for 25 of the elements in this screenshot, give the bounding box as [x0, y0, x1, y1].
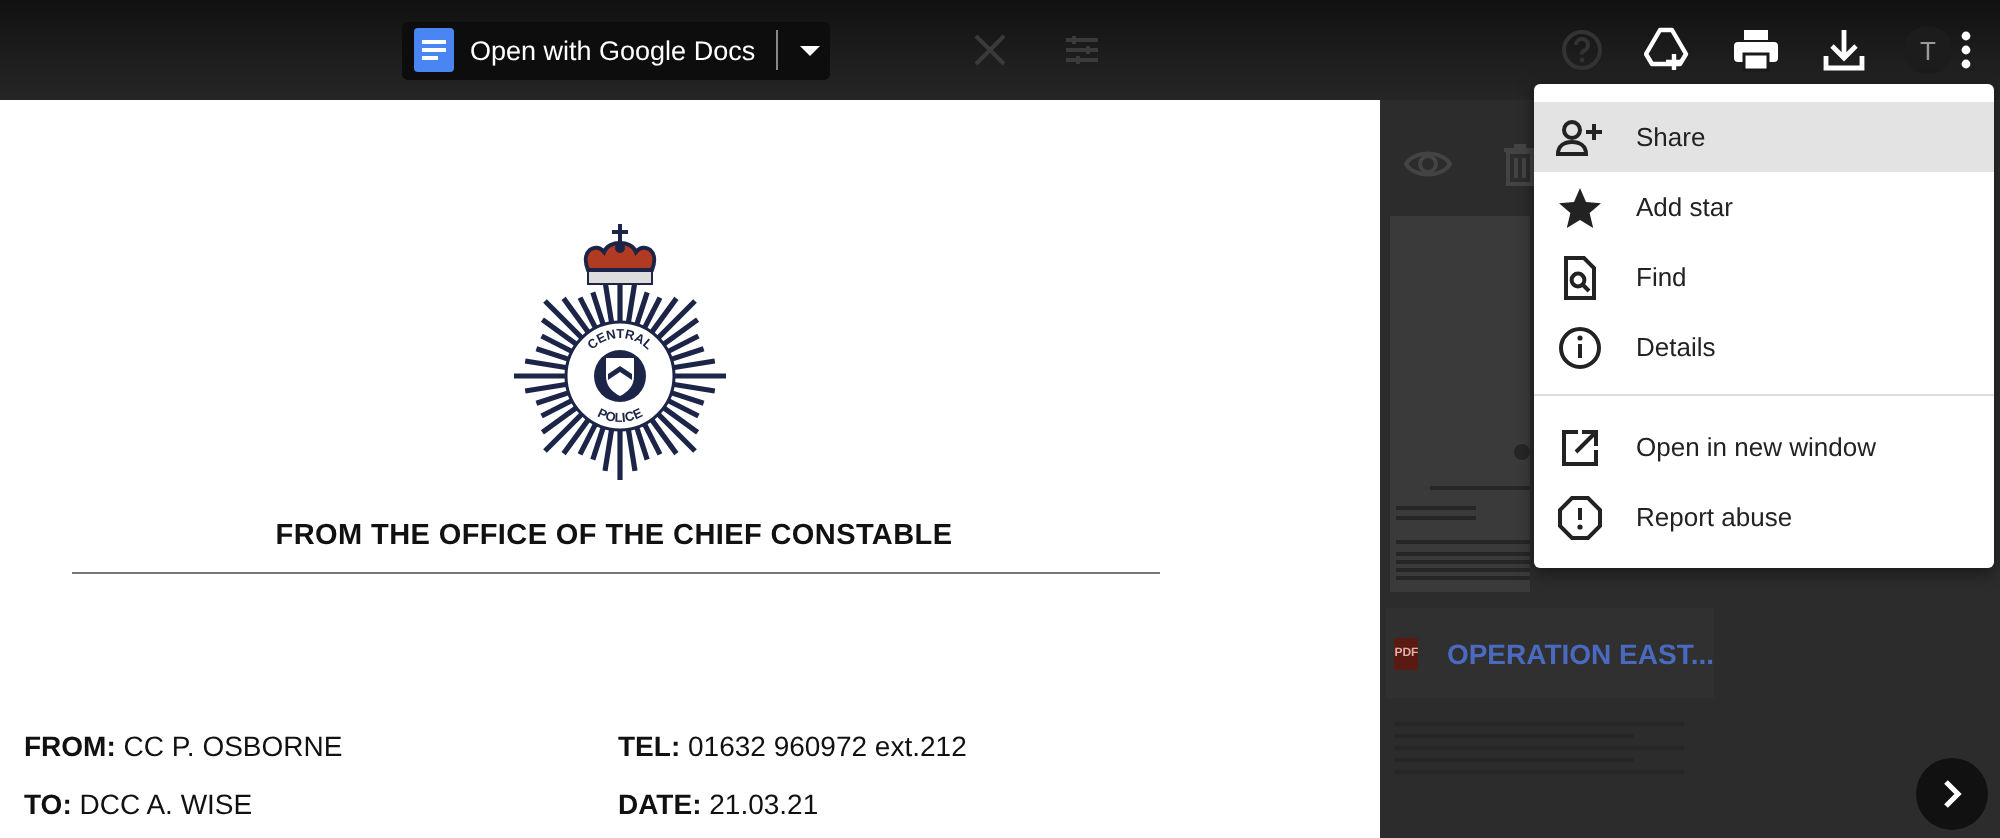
info-icon: [1556, 323, 1604, 371]
menu-item[interactable]: Details: [1534, 312, 1994, 382]
open-with-button[interactable]: Open with Google Docs: [402, 21, 830, 79]
menu-item[interactable]: Find: [1534, 242, 1994, 312]
document-icon: [410, 26, 458, 74]
more-icon[interactable]: [1960, 30, 1972, 70]
caret-icon[interactable]: [797, 43, 822, 57]
document-heading: FROM THE OFFICE OF THE CHIEF CONSTABLE: [273, 520, 955, 552]
next-button[interactable]: [1916, 758, 1988, 830]
memo-field: FROM: CC P. OSBORNE: [24, 730, 618, 762]
menu-item[interactable]: Add star: [1534, 172, 1994, 242]
print-icon[interactable]: [1732, 26, 1780, 74]
sliders-icon[interactable]: [1061, 30, 1102, 70]
drive-add-icon[interactable]: [1644, 26, 1692, 74]
download-icon[interactable]: [1820, 26, 1868, 74]
memo-field: DATE: 21.03.21: [618, 788, 1218, 820]
star-icon: [1556, 183, 1604, 231]
memo-field: TO: DCC A. WISE: [24, 788, 618, 820]
menu-item[interactable]: Share: [1534, 102, 1994, 172]
menu-item[interactable]: Open in new window: [1534, 412, 1994, 482]
menu-item[interactable]: Report abuse: [1534, 482, 1994, 552]
avatar[interactable]: T: [1904, 26, 1952, 74]
memo-field: TEL: 01632 960972 ext.212: [618, 730, 1218, 762]
report-icon: [1556, 493, 1604, 541]
attachment-title: OPERATION EAST...: [1446, 637, 1714, 669]
